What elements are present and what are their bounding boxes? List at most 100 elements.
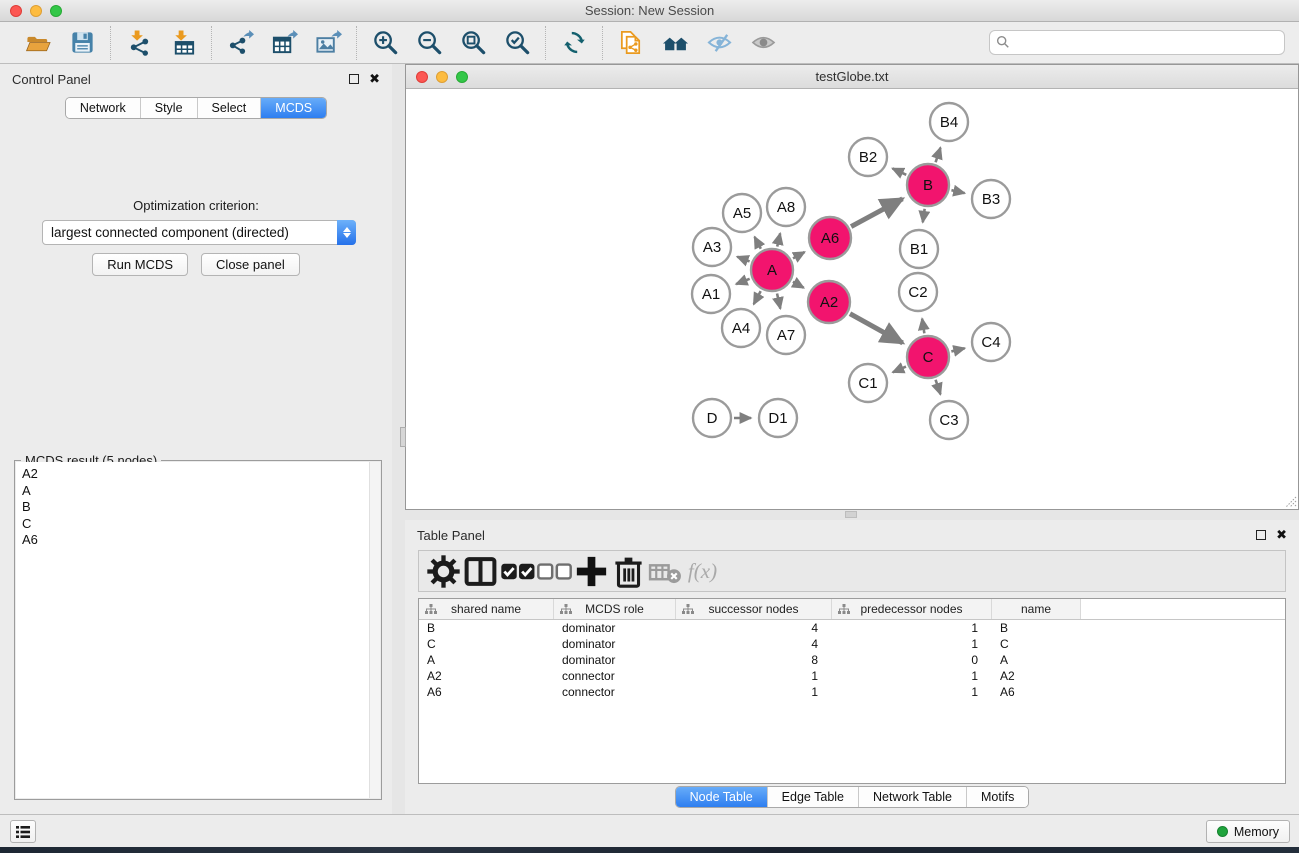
delete-table-button[interactable] (647, 553, 684, 589)
graph-edge-A-A6[interactable] (793, 252, 805, 258)
mcds-list-scrollbar[interactable] (369, 462, 380, 798)
criterion-select[interactable]: largest connected component (directed) (42, 220, 356, 245)
minimize-window-button[interactable] (30, 5, 42, 17)
open-file-button[interactable] (23, 28, 53, 58)
zoom-fit-button[interactable] (458, 28, 488, 58)
memory-button[interactable]: Memory (1206, 820, 1290, 843)
table-cell[interactable]: 4 (676, 621, 832, 635)
window-resize-grip[interactable] (1282, 493, 1297, 508)
table-cell[interactable]: 1 (676, 685, 832, 699)
split-divider-handle[interactable] (400, 427, 406, 447)
mcds-result-item[interactable]: C (22, 516, 380, 533)
table-row[interactable]: Cdominator41C (419, 636, 1285, 652)
split-column-button[interactable] (462, 553, 499, 589)
import-network-button[interactable] (124, 28, 154, 58)
float-table-panel-icon[interactable] (1256, 530, 1266, 540)
table-cell[interactable]: A6 (992, 685, 1081, 699)
column-header-name[interactable]: name (992, 599, 1081, 619)
graph-edge-B-B1[interactable] (923, 209, 925, 222)
mcds-result-item[interactable]: B (22, 499, 380, 516)
zoom-in-button[interactable] (370, 28, 400, 58)
tab-mcds[interactable]: MCDS (260, 98, 326, 118)
function-builder-button[interactable]: f(x) (684, 553, 721, 589)
tab-network[interactable]: Network (66, 98, 140, 118)
table-cell[interactable]: A6 (419, 685, 554, 699)
tab-edge-table[interactable]: Edge Table (767, 787, 858, 807)
tab-node-table[interactable]: Node Table (676, 787, 767, 807)
table-cell[interactable]: B (419, 621, 554, 635)
network-graph[interactable]: B4B2BB3A5A8A6B1A3AC2A1A2A4A7C4CC1C3DD1 (406, 89, 1298, 509)
table-cell[interactable]: A2 (992, 669, 1081, 683)
graph-edge-A-A2[interactable] (793, 282, 804, 288)
delete-column-button[interactable] (610, 553, 647, 589)
table-cell[interactable]: dominator (554, 621, 676, 635)
deselect-all-button[interactable] (536, 553, 573, 589)
run-mcds-button[interactable]: Run MCDS (92, 253, 188, 276)
table-settings-button[interactable] (425, 553, 462, 589)
table-cell[interactable]: 0 (832, 653, 992, 667)
table-cell[interactable]: C (992, 637, 1081, 651)
add-column-button[interactable] (573, 553, 610, 589)
export-table-button[interactable] (269, 28, 299, 58)
table-cell[interactable]: B (992, 621, 1081, 635)
graph-edge-C-C3[interactable] (936, 380, 941, 395)
column-header-successor-nodes[interactable]: successor nodes (676, 599, 832, 619)
table-cell[interactable]: 4 (676, 637, 832, 651)
graph-edge-A-A4[interactable] (754, 291, 761, 304)
split-divider-grip[interactable] (845, 511, 857, 518)
export-image-button[interactable] (313, 28, 343, 58)
table-cell[interactable]: connector (554, 685, 676, 699)
tab-network-table[interactable]: Network Table (858, 787, 966, 807)
network-minimize-button[interactable] (436, 71, 448, 83)
graph-edge-A-A7[interactable] (777, 293, 780, 308)
home-button[interactable] (660, 28, 690, 58)
mcds-result-item[interactable]: A6 (22, 532, 380, 549)
node-table[interactable]: shared nameMCDS rolesuccessor nodesprede… (418, 598, 1286, 784)
network-files-button[interactable] (616, 28, 646, 58)
table-cell[interactable]: 1 (832, 685, 992, 699)
graph-edge-B-B4[interactable] (936, 148, 941, 163)
show-panel-button[interactable] (748, 28, 778, 58)
table-cell[interactable]: C (419, 637, 554, 651)
save-session-button[interactable] (67, 28, 97, 58)
zoom-window-button[interactable] (50, 5, 62, 17)
hide-panel-button[interactable] (704, 28, 734, 58)
import-table-button[interactable] (168, 28, 198, 58)
close-window-button[interactable] (10, 5, 22, 17)
zoom-out-button[interactable] (414, 28, 444, 58)
network-canvas[interactable]: B4B2BB3A5A8A6B1A3AC2A1A2A4A7C4CC1C3DD1 (406, 89, 1298, 509)
column-header-MCDS-role[interactable]: MCDS role (554, 599, 676, 619)
table-cell[interactable]: 8 (676, 653, 832, 667)
export-network-button[interactable] (225, 28, 255, 58)
table-row[interactable]: A2connector11A2 (419, 668, 1285, 684)
table-cell[interactable]: A (419, 653, 554, 667)
table-cell[interactable]: A (992, 653, 1081, 667)
graph-edge-A2-C[interactable] (850, 314, 903, 343)
graph-edge-A-A5[interactable] (755, 237, 761, 249)
graph-edge-A6-B[interactable] (851, 199, 902, 227)
tab-select[interactable]: Select (197, 98, 261, 118)
table-cell[interactable]: A2 (419, 669, 554, 683)
select-all-button[interactable] (499, 553, 536, 589)
search-input[interactable] (989, 30, 1285, 55)
graph-edge-A-A3[interactable] (737, 257, 749, 262)
table-cell[interactable]: 1 (832, 637, 992, 651)
table-row[interactable]: A6connector11A6 (419, 684, 1285, 700)
table-cell[interactable]: 1 (832, 669, 992, 683)
mcds-result-item[interactable]: A2 (22, 466, 380, 483)
network-zoom-button[interactable] (456, 71, 468, 83)
close-panel-icon[interactable]: ✖ (369, 74, 380, 84)
graph-edge-B-B2[interactable] (892, 168, 906, 174)
table-cell[interactable]: connector (554, 669, 676, 683)
table-row[interactable]: Bdominator41B (419, 620, 1285, 636)
close-table-panel-icon[interactable]: ✖ (1276, 530, 1287, 540)
column-header-shared-name[interactable]: shared name (419, 599, 554, 619)
mcds-result-item[interactable]: A (22, 483, 380, 500)
graph-edge-B-B3[interactable] (951, 190, 964, 193)
network-window-titlebar[interactable]: testGlobe.txt (406, 65, 1298, 89)
table-cell[interactable]: 1 (832, 621, 992, 635)
mcds-result-list[interactable]: A2ABCA6 (16, 462, 380, 798)
tab-style[interactable]: Style (140, 98, 197, 118)
graph-edge-C-C4[interactable] (951, 348, 964, 351)
zoom-selected-button[interactable] (502, 28, 532, 58)
